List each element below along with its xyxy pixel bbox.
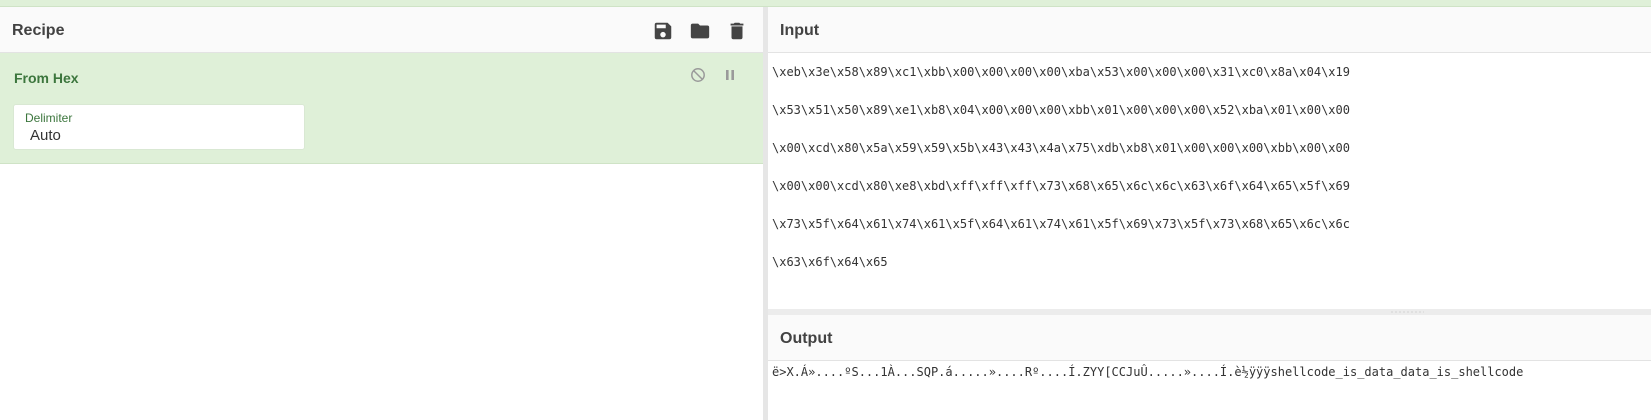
input-line: \x00\xcd\x80\x5a\x59\x59\x5b\x43\x43\x4a… (772, 141, 1350, 155)
output-title: Output (780, 330, 833, 347)
delimiter-field[interactable]: Delimiter Auto (13, 104, 305, 150)
trash-icon[interactable] (725, 19, 749, 43)
input-line: \x63\x6f\x64\x65 (772, 255, 888, 269)
recipe-title: Recipe (12, 22, 65, 39)
input-line: \x00\x00\xcd\x80\xe8\xbd\xff\xff\xff\x73… (772, 179, 1350, 193)
disable-icon[interactable] (689, 66, 707, 84)
input-header: Input (768, 7, 1651, 53)
operation-controls (689, 66, 739, 84)
output-header: Output (768, 315, 1651, 361)
output-text[interactable]: ë>X.Á»....ºS...1À...SQP.á.....»....Rº...… (772, 365, 1523, 379)
grip-icon (1390, 311, 1424, 313)
operation-from-hex[interactable]: From Hex Delimiter Auto (0, 53, 763, 164)
input-textarea[interactable]: \xeb\x3e\x58\x89\xc1\xbb\x00\x00\x00\x00… (768, 53, 1651, 303)
recipe-pane: Recipe From Hex Delimiter Auto (0, 7, 763, 420)
recipe-toolbar (651, 19, 749, 43)
top-strip (0, 0, 1651, 7)
recipe-header: Recipe (0, 7, 763, 53)
operation-title: From Hex (14, 70, 79, 86)
folder-icon[interactable] (688, 19, 712, 43)
delimiter-value[interactable]: Auto (30, 127, 61, 144)
save-icon[interactable] (651, 19, 675, 43)
output-header-wrap: Output (768, 315, 1651, 361)
input-line: \x53\x51\x50\x89\xe1\xb8\x04\x00\x00\x00… (772, 103, 1350, 117)
io-pane: Input \xeb\x3e\x58\x89\xc1\xbb\x00\x00\x… (768, 7, 1651, 420)
input-line: \x73\x5f\x64\x61\x74\x61\x5f\x64\x61\x74… (772, 217, 1350, 231)
delimiter-label: Delimiter (25, 111, 73, 125)
input-line: \xeb\x3e\x58\x89\xc1\xbb\x00\x00\x00\x00… (772, 65, 1350, 79)
pause-icon[interactable] (721, 66, 739, 84)
input-title: Input (780, 22, 820, 39)
